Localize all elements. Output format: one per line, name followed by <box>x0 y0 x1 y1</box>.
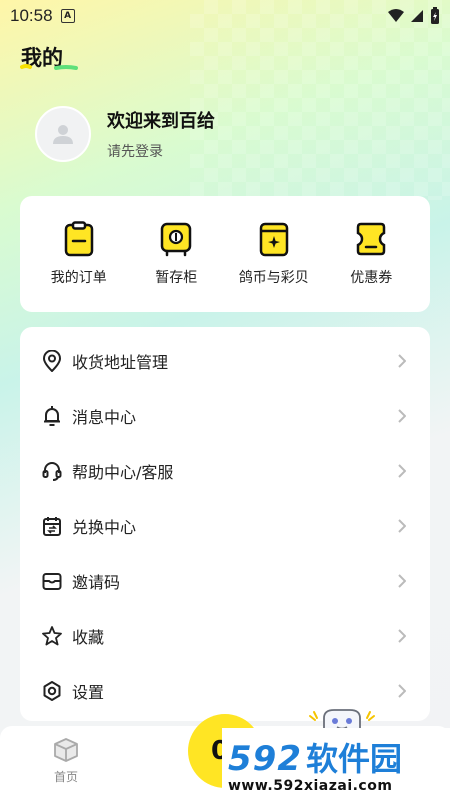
location-pin-icon <box>42 349 62 372</box>
chevron-right-icon <box>398 463 406 478</box>
chevron-right-icon <box>398 408 406 423</box>
battery-icon <box>431 7 439 24</box>
chevron-right-icon <box>398 628 406 643</box>
menu-list: 收货地址管理 消息中心 帮助中心/客服 兑换中心 邀请码 收藏 设置 <box>20 327 430 721</box>
quick-action-coupons[interactable]: 优惠券 <box>326 221 416 287</box>
wifi-icon <box>388 9 404 22</box>
menu-item-label: 邀请码 <box>72 572 121 592</box>
chevron-right-icon <box>398 573 406 588</box>
quick-action-label: 我的订单 <box>50 270 107 286</box>
tab-home-label: 首页 <box>53 770 78 784</box>
chevron-right-icon <box>398 353 406 368</box>
menu-item-label: 收货地址管理 <box>72 352 169 372</box>
watermark-name: 软件园 <box>305 740 402 778</box>
menu-item-label: 兑换中心 <box>72 517 137 537</box>
welcome-text: 欢迎来到百给 <box>107 111 215 132</box>
box-home-icon <box>54 738 78 762</box>
menu-item-favorites[interactable]: 收藏 <box>20 608 430 663</box>
menu-item-label: 帮助中心/客服 <box>72 462 174 482</box>
menu-item-exchange[interactable]: 兑换中心 <box>20 498 430 553</box>
profile-section[interactable]: 欢迎来到百给 请先登录 <box>35 106 215 162</box>
status-bar: 10:58 A <box>0 0 450 32</box>
locker-icon <box>161 222 192 257</box>
gear-icon <box>43 680 61 701</box>
watermark-overlay: 592 软件园 www.592xiazai.com <box>222 728 450 800</box>
watermark-url: www.592xiazai.com <box>228 778 393 794</box>
status-time: 10:58 <box>10 6 53 25</box>
quick-action-coins[interactable]: 鸽币与彩贝 <box>229 221 319 287</box>
quick-action-locker[interactable]: 暂存柜 <box>131 221 221 287</box>
menu-item-address[interactable]: 收货地址管理 <box>20 333 430 388</box>
title-underline-decoration <box>20 64 78 70</box>
quick-action-orders[interactable]: 我的订单 <box>34 221 124 287</box>
user-placeholder-icon <box>53 125 73 144</box>
calendar-exchange-icon <box>43 516 61 536</box>
menu-item-label: 消息中心 <box>72 407 137 427</box>
status-icons <box>388 7 440 25</box>
menu-item-label: 收藏 <box>72 627 105 647</box>
tab-home[interactable]: 首页 <box>52 736 80 785</box>
menu-item-help[interactable]: 帮助中心/客服 <box>20 443 430 498</box>
menu-item-invite-code[interactable]: 邀请码 <box>20 553 430 608</box>
signal-icon <box>411 10 423 22</box>
coin-card-icon <box>259 222 288 257</box>
envelope-icon <box>42 572 62 590</box>
coupon-icon <box>357 222 386 256</box>
clipboard-icon <box>64 221 93 257</box>
quick-action-label: 暂存柜 <box>155 270 198 286</box>
bell-icon <box>44 405 60 426</box>
star-icon <box>42 625 62 645</box>
quick-action-label: 鸽币与彩贝 <box>238 270 309 286</box>
avatar[interactable] <box>35 106 91 162</box>
quick-actions-card: 我的订单 暂存柜 鸽币与彩贝 优惠券 <box>20 196 430 312</box>
chevron-right-icon <box>398 683 406 698</box>
chevron-right-icon <box>398 518 406 533</box>
headset-icon <box>42 461 62 481</box>
menu-item-label: 设置 <box>72 682 105 702</box>
login-link[interactable]: 请先登录 <box>107 141 215 161</box>
menu-item-messages[interactable]: 消息中心 <box>20 388 430 443</box>
notification-badge-icon: A <box>60 9 75 23</box>
watermark-number: 592 <box>228 739 302 779</box>
quick-action-label: 优惠券 <box>350 270 393 286</box>
